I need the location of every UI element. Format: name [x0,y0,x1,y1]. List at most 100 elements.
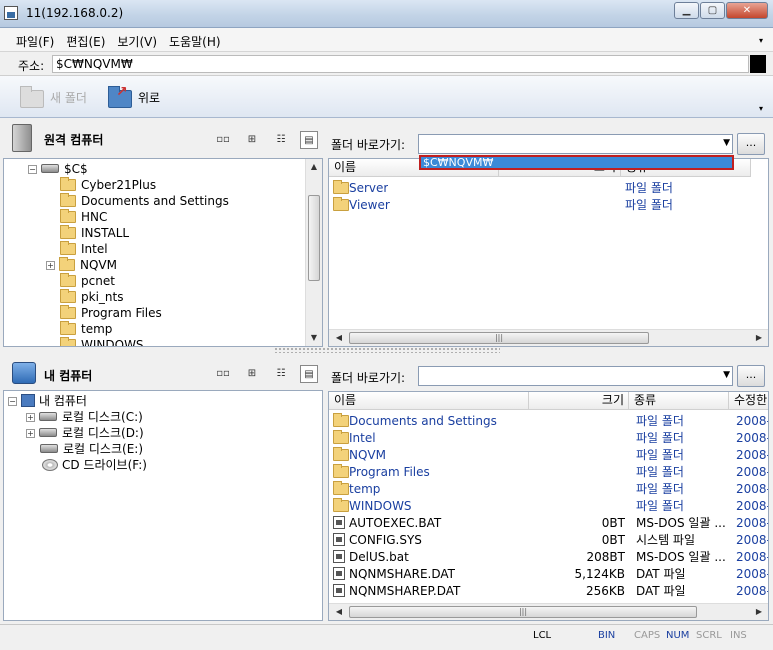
folder-icon [60,241,76,255]
local-browse-button[interactable]: ... [737,365,765,387]
scroll-thumb[interactable] [308,195,320,281]
address-go-button[interactable] [750,55,766,73]
cell-size: 0BT [601,533,625,547]
folder-icon [60,305,76,319]
menu-file[interactable]: 파일(F) [16,33,54,50]
view-tree-icon[interactable]: ⊞ [243,131,261,149]
remote-tree-item[interactable]: Documents and Settings [60,193,229,209]
remote-tree-root[interactable]: − $C$ [28,161,88,177]
cell-type: 파일 폴더 [636,465,684,479]
local-file-list[interactable]: 이름 크기 종류 수정한 Documents and Settings 파일 폴더… [328,391,769,621]
col-type[interactable]: 종류 [629,392,729,410]
col-size[interactable]: 크기 [529,392,629,410]
table-row[interactable]: temp 파일 폴더 2008- [329,481,768,498]
table-row[interactable]: Program Files 파일 폴더 2008- [329,464,769,481]
chevron-down-icon[interactable]: ▼ [723,370,730,380]
maximize-button[interactable]: ▢ [700,2,725,19]
scroll-thumb[interactable]: ||| [349,606,697,618]
col-modified[interactable]: 수정한 [729,392,768,410]
cell-name: Documents and Settings [349,414,497,428]
scroll-right-icon[interactable]: ▶ [751,604,767,620]
remote-file-list[interactable]: 이름 크기 종류 Server파일 폴더 Viewer파일 폴더 ◀ ||| ▶ [328,158,769,347]
scroll-left-icon[interactable]: ◀ [331,330,347,346]
remote-tree-scrollbar[interactable]: ▲ ▼ [305,159,322,346]
remote-tree-item[interactable]: WINDOWS [60,337,144,346]
local-folder-shortcut-combo[interactable]: ▼ [418,366,733,386]
local-tree-item[interactable]: + 로컬 디스크(C:) [26,409,143,425]
local-tree-root[interactable]: − 내 컴퓨터 [8,393,87,409]
local-tree[interactable]: − 내 컴퓨터 + 로컬 디스크(C:) + 로컬 디스크(D:) 로컬 디스크(E:… [3,390,323,621]
local-folder-shortcut-label: 폴더 바로가기: [331,371,406,385]
remote-tree-item[interactable]: INSTALL [60,225,129,241]
local-tree-item[interactable]: 로컬 디스크(E:) [40,441,143,457]
table-row[interactable]: Intel 파일 폴더 2008- [329,430,768,447]
menu-bar: 파일(F) 편집(E) 보기(V) 도움말(H) ▾ [0,28,773,52]
table-row[interactable]: NQNMSHAREP.DAT 256KB DAT 파일 2008- [329,583,769,600]
menu-help[interactable]: 도움말(H) [169,33,221,50]
folder-icon [333,180,349,194]
table-row[interactable]: CONFIG.SYS 0BT 시스템 파일 2008- [329,532,768,549]
chevron-down-icon[interactable]: ▼ [723,138,730,148]
remote-tree-item[interactable]: Program Files [60,305,162,321]
minimize-button[interactable]: ▁ [674,2,699,19]
col-name[interactable]: 이름 [329,392,529,410]
view-list-icon[interactable]: ☷ [272,365,290,383]
new-folder-button[interactable]: 새 폴더 [18,82,87,112]
list-item[interactable]: Viewer 파일 폴더 [329,197,749,214]
table-row[interactable]: NQVM 파일 폴더 2008- [329,447,768,464]
table-row[interactable]: NQNMSHARE.DAT 5,124KB DAT 파일 2008- [329,566,768,583]
scroll-thumb[interactable]: ||| [349,332,649,344]
cell-date: 2008- [736,584,769,598]
remote-tree-item[interactable]: pki_nts [60,289,123,305]
remote-tree-item[interactable]: pcnet [60,273,115,289]
folder-icon [60,337,76,346]
list-item[interactable]: Server 파일 폴더 [329,180,749,197]
view-details-icon[interactable]: ▤ [300,131,318,149]
remote-tree-item[interactable]: Intel [60,241,108,257]
computer-icon [21,394,35,407]
cell-type: 파일 폴더 [636,482,684,496]
remote-browse-button[interactable]: ... [737,133,765,155]
cell-type: 파일 폴더 [636,499,684,513]
view-tree-icon[interactable]: ⊞ [243,365,261,383]
table-row[interactable]: WINDOWS 파일 폴더 2008- [329,498,768,515]
local-list-hscrollbar[interactable]: ◀ ||| ▶ [329,603,768,620]
close-button[interactable]: ✕ [726,2,768,19]
scroll-right-icon[interactable]: ▶ [751,330,767,346]
up-button[interactable]: ↗ 위로 [106,82,160,112]
local-tree-item[interactable]: + 로컬 디스크(D:) [26,425,144,441]
remote-tree-item[interactable]: HNC [60,209,107,225]
cell-type: 시스템 파일 [636,533,696,547]
cell-type: 파일 폴더 [636,414,684,428]
folder-shortcut-dropdown-option[interactable]: $C₩NQVM₩ [419,155,734,170]
view-small-icons-icon[interactable]: ▫▫ [214,365,232,383]
local-tree-item[interactable]: CD 드라이브(F:) [42,457,147,473]
menu-view[interactable]: 보기(V) [117,33,157,50]
folder-icon [60,209,76,223]
folder-icon [60,177,76,191]
toolbar-overflow-icon[interactable]: ▾ [759,104,763,113]
view-small-icons-icon[interactable]: ▫▫ [214,131,232,149]
panel-splitter[interactable] [274,347,500,353]
remote-tree-item[interactable]: + NQVM [46,257,117,273]
scroll-down-icon[interactable]: ▼ [306,330,322,346]
drive-icon [39,412,57,421]
remote-folder-shortcut-combo[interactable]: ▼ [418,134,733,154]
remote-list-hscrollbar[interactable]: ◀ ||| ▶ [329,329,768,346]
remote-panel-header: 원격 컴퓨터 ▫▫ ⊞ ☷ ▤ [0,118,326,158]
remote-tree[interactable]: − $C$ Cyber21Plus Documents and Settings … [3,158,323,347]
cell-date: 2008- [736,465,769,479]
remote-tree-item[interactable]: temp [60,321,112,337]
up-folder-icon: ↗ [106,84,134,110]
table-row[interactable]: DelUS.bat 208BT MS-DOS 일괄 ... 2008- [329,549,768,566]
menu-overflow-icon[interactable]: ▾ [759,36,763,45]
scroll-up-icon[interactable]: ▲ [306,159,322,175]
address-input[interactable]: $C₩NQVM₩ [52,55,749,73]
scroll-left-icon[interactable]: ◀ [331,604,347,620]
menu-edit[interactable]: 편집(E) [66,33,105,50]
table-row[interactable]: Documents and Settings 파일 폴더 2008- [329,413,768,430]
table-row[interactable]: AUTOEXEC.BAT 0BT MS-DOS 일괄 ... 2008- [329,515,768,532]
view-details-icon[interactable]: ▤ [300,365,318,383]
view-list-icon[interactable]: ☷ [272,131,290,149]
remote-tree-item[interactable]: Cyber21Plus [60,177,156,193]
